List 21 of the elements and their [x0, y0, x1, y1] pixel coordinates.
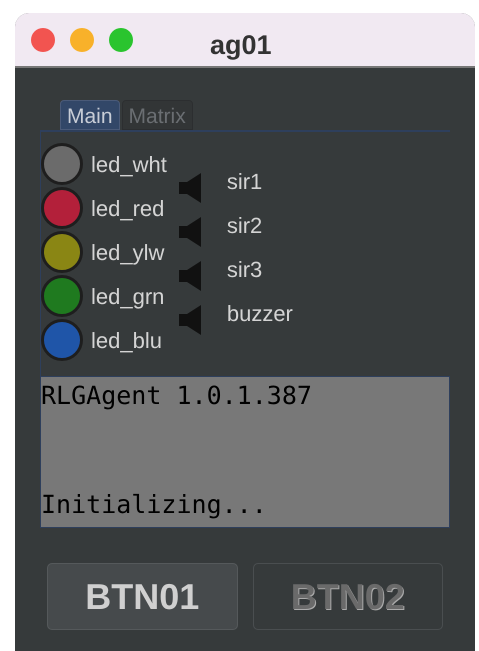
- siren-label: buzzer: [226, 300, 293, 328]
- siren-label: sir3: [226, 256, 262, 284]
- speaker-icon: [178, 261, 201, 291]
- siren-label: sir1: [226, 168, 262, 196]
- console-line: Initializing...: [41, 489, 267, 521]
- siren-label: sir2: [226, 212, 262, 240]
- led-label: led_blu: [91, 326, 162, 354]
- console-line: RLGAgent 1.0.1.387: [41, 380, 312, 412]
- tab[interactable]: Main: [60, 100, 120, 130]
- minimize-button[interactable]: [70, 28, 94, 52]
- speaker-icon: [178, 305, 201, 335]
- led-label: led_grn: [91, 282, 164, 311]
- speaker-icon: [178, 217, 201, 247]
- led-label: led_red: [91, 194, 164, 222]
- led-label: led_ylw: [91, 238, 164, 267]
- action-button[interactable]: BTN01: [47, 563, 238, 630]
- led-label: led_wht: [91, 150, 167, 178]
- close-button[interactable]: [31, 28, 55, 52]
- speaker-icon: [178, 173, 201, 203]
- maximize-button[interactable]: [109, 28, 133, 52]
- window-title: ag01: [210, 29, 272, 62]
